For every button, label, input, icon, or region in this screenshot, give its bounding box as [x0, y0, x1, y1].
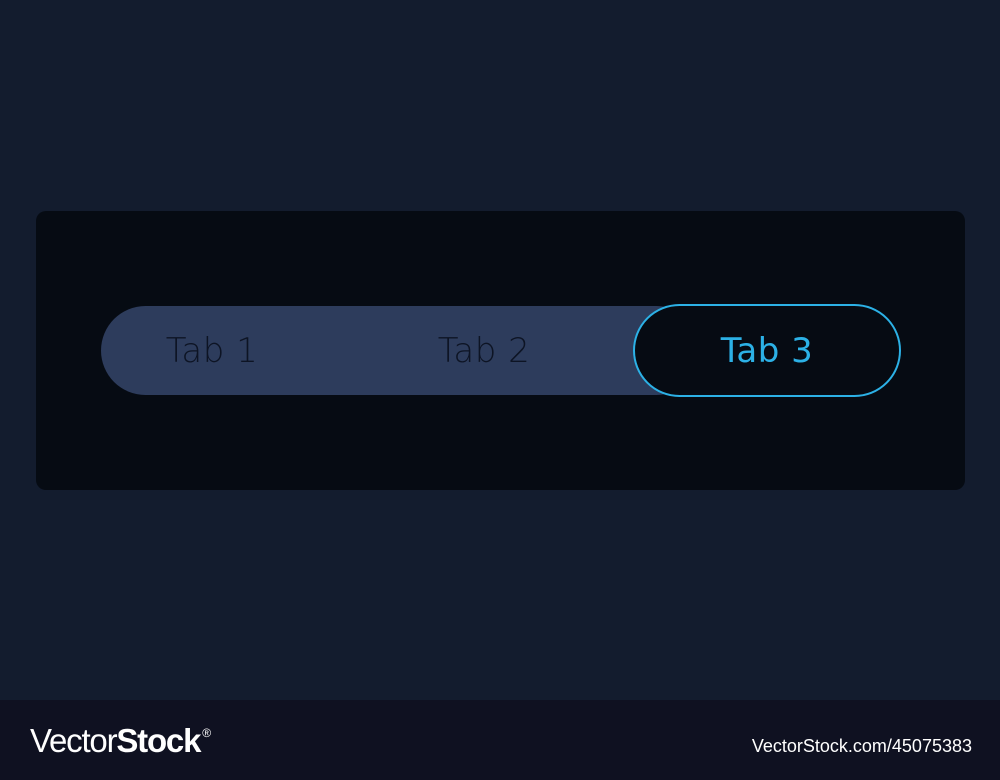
- registered-mark: ®: [202, 726, 212, 740]
- tab-2[interactable]: Tab 2: [369, 306, 599, 395]
- tab-3-active[interactable]: Tab 3: [633, 304, 901, 397]
- watermark-footer: VectorStock ® VectorStock.com/45075383: [0, 700, 1000, 780]
- logo-text-light: Vector: [30, 722, 118, 759]
- vectorstock-logo: VectorStock ®: [30, 722, 211, 760]
- logo-text-bold: Stock: [116, 722, 201, 759]
- tab-2-label: Tab 2: [437, 330, 531, 371]
- stock-image-id: VectorStock.com/45075383: [751, 736, 972, 756]
- tab-bar-card: Tab 1 Tab 2 Tab 3: [36, 211, 965, 490]
- tab-1[interactable]: Tab 1: [101, 306, 323, 395]
- canvas: Tab 1 Tab 2 Tab 3: [0, 0, 1000, 700]
- tab-1-label: Tab 1: [165, 330, 259, 371]
- tab-3-label: Tab 3: [720, 330, 814, 371]
